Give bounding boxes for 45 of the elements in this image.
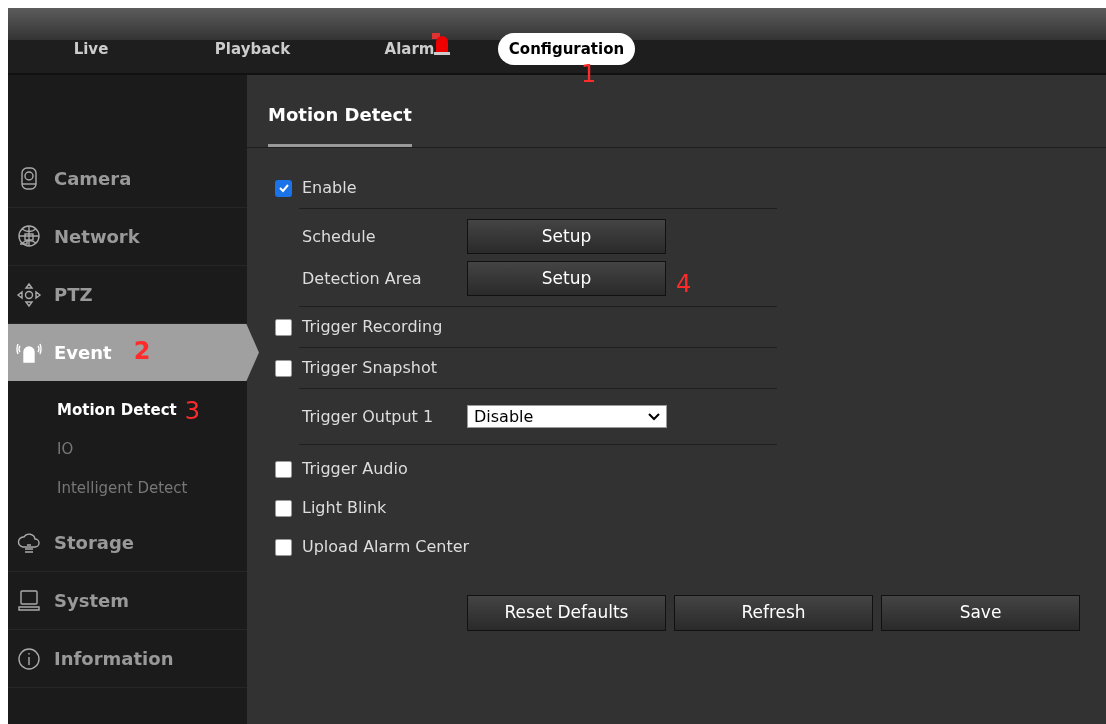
- checkbox[interactable]: [275, 359, 292, 377]
- annotation-number: 4: [676, 270, 692, 298]
- sidebar-label: Network: [54, 225, 140, 249]
- nav-tab[interactable]: Playback: [214, 34, 291, 64]
- checkbox[interactable]: [275, 179, 292, 197]
- submenu-item[interactable]: Motion Detect: [57, 399, 177, 422]
- globe-icon: [16, 223, 42, 250]
- action-button[interactable]: Save: [881, 595, 1080, 631]
- checkbox-label: Trigger Recording: [302, 316, 443, 338]
- sidebar-label: Event: [54, 341, 112, 365]
- setup-button[interactable]: Setup: [467, 219, 666, 254]
- nav-tab[interactable]: Live: [73, 34, 109, 64]
- checkbox-label: Light Blink: [302, 497, 387, 519]
- sidebar-label: PTZ: [54, 283, 93, 307]
- submenu-item[interactable]: IO: [57, 438, 74, 461]
- chevron-down-icon: [648, 412, 660, 421]
- action-button[interactable]: Refresh: [674, 595, 873, 631]
- checkmark-icon: [277, 182, 290, 194]
- output-dropdown[interactable]: Disable: [467, 405, 667, 428]
- checkbox-label: Trigger Audio: [302, 458, 408, 480]
- checkbox[interactable]: [275, 499, 292, 517]
- field-label: Detection Area: [302, 267, 423, 290]
- nav-tab[interactable]: Configuration: [497, 33, 636, 65]
- action-button[interactable]: Reset Defaults: [467, 595, 666, 631]
- checkbox[interactable]: [275, 460, 292, 478]
- sidebar-label: Camera: [54, 167, 132, 191]
- submenu-item[interactable]: Intelligent Detect: [57, 477, 188, 500]
- checkbox[interactable]: [275, 538, 292, 556]
- setup-button[interactable]: Setup: [467, 261, 666, 296]
- annotation-number: 3: [184, 398, 201, 423]
- info-icon: [16, 645, 42, 672]
- field-label: Schedule: [302, 225, 377, 248]
- sidebar-label: System: [54, 589, 129, 613]
- sidebar-label: Information: [54, 647, 174, 671]
- field-label: Trigger Output 1: [302, 405, 435, 428]
- nav-tab[interactable]: Alarm: [384, 34, 435, 64]
- sidebar-label: Storage: [54, 531, 135, 555]
- computer-icon: [16, 587, 42, 614]
- checkbox-label: Upload Alarm Center: [302, 536, 470, 558]
- page-tab[interactable]: Motion Detect: [268, 101, 412, 147]
- checkbox-label: Enable: [302, 177, 357, 199]
- direction-pad-icon: [16, 281, 42, 308]
- checkbox-label: Trigger Snapshot: [302, 357, 438, 379]
- annotation-number: 2: [133, 337, 151, 365]
- checkbox[interactable]: [275, 318, 292, 336]
